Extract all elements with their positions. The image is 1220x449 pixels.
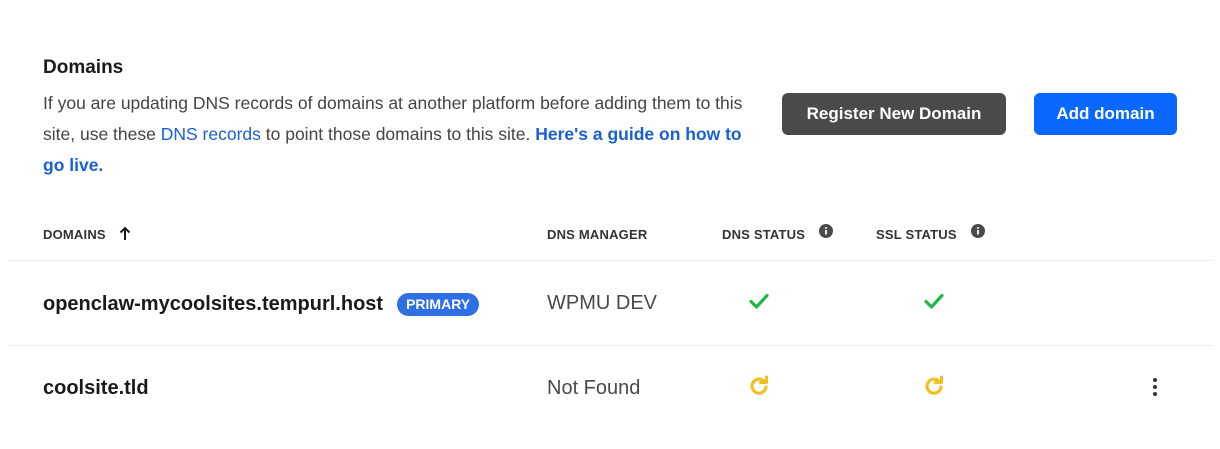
table-row-domain: coolsite.tld	[43, 373, 149, 403]
register-new-domain-button[interactable]: Register New Domain	[782, 93, 1006, 135]
table-divider	[8, 345, 1212, 346]
refresh-icon	[925, 375, 943, 395]
table-divider	[8, 260, 1212, 261]
ssl-status-info-icon[interactable]	[970, 224, 985, 238]
dns-manager-value: WPMU DEV	[547, 292, 657, 314]
domain-name: coolsite.tld	[43, 376, 149, 399]
more-options-icon[interactable]	[1145, 375, 1165, 399]
sort-ascending-icon[interactable]	[118, 226, 132, 242]
column-label-dns-manager: DNS MANAGER	[547, 226, 648, 242]
add-domain-button[interactable]: Add domain	[1034, 93, 1177, 135]
column-header-dns-manager: DNS MANAGER	[547, 226, 647, 242]
column-header-ssl-status: SSL STATUS	[876, 224, 985, 242]
dns-status-info-icon[interactable]	[819, 224, 834, 238]
refresh-icon	[750, 375, 768, 395]
check-icon	[749, 293, 769, 309]
column-header-dns-status: DNS STATUS	[722, 224, 834, 242]
primary-badge: PRIMARY	[397, 292, 480, 316]
domains-header: Domains If you are updating DNS records …	[43, 56, 763, 181]
column-label-domains: DOMAINS	[43, 226, 106, 242]
column-header-domains[interactable]: DOMAINS	[43, 226, 132, 242]
section-description: If you are updating DNS records of domai…	[43, 88, 763, 181]
dns-records-link[interactable]: DNS records	[161, 124, 261, 144]
column-label-ssl-status: SSL STATUS	[876, 226, 957, 242]
description-text-2: to point those domains to this site.	[260, 124, 536, 144]
table-row-domain: openclaw-mycoolsites.tempurl.host PRIMAR…	[43, 289, 480, 319]
section-title: Domains	[43, 57, 124, 78]
column-label-dns-status: DNS STATUS	[722, 226, 806, 242]
dns-manager-value: Not Found	[547, 377, 641, 399]
check-icon	[924, 293, 944, 309]
domain-name: openclaw-mycoolsites.tempurl.host	[43, 292, 384, 315]
